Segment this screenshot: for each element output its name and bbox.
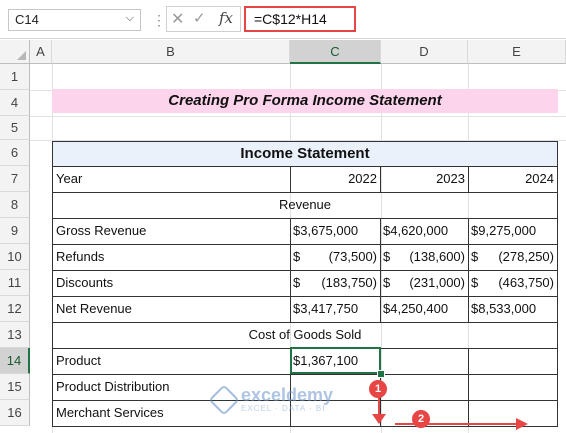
column-header-d[interactable]: D	[381, 40, 468, 64]
product-distribution-2023[interactable]	[380, 374, 469, 401]
product-distribution-2024[interactable]	[468, 374, 558, 401]
product-2023[interactable]	[380, 348, 469, 375]
name-box-value: C14	[15, 12, 39, 27]
row-header-13[interactable]: 13	[0, 322, 30, 348]
refunds-2024[interactable]: $ (278,250)	[468, 244, 558, 271]
select-all-corner[interactable]	[0, 40, 30, 64]
cogs-section-label[interactable]: Cost of Goods Sold	[52, 322, 558, 349]
formula-bar: C14 ⌵ ⋮ ✕ ✓ fx =C$12*H14	[0, 0, 566, 39]
gross-revenue-2022[interactable]: $3,675,000	[290, 218, 381, 245]
cell-value: 9,275,000	[478, 223, 537, 238]
discounts-2022[interactable]: $ (183,750)	[290, 270, 381, 297]
gross-revenue-label[interactable]: Gross Revenue	[52, 218, 291, 245]
net-revenue-2023[interactable]: $4,250,400	[380, 296, 469, 323]
cell-value: (73,500)	[328, 249, 377, 264]
name-box[interactable]: C14 ⌵	[8, 9, 141, 31]
currency-symbol: $	[383, 223, 391, 238]
net-revenue-2022[interactable]: $3,417,750	[290, 296, 381, 323]
more-options-icon: ⋮	[152, 12, 167, 28]
row-header-15[interactable]: 15	[0, 374, 30, 400]
year-label[interactable]: Year	[52, 166, 291, 193]
gridline	[30, 116, 566, 117]
row-header-10[interactable]: 10	[0, 244, 30, 270]
refunds-2023[interactable]: $ (138,600)	[380, 244, 469, 271]
watermark-name: exceldemy	[241, 385, 334, 405]
income-statement-header[interactable]: Income Statement	[52, 141, 558, 167]
column-header-c[interactable]: C	[290, 40, 381, 64]
year-2024[interactable]: 2024	[468, 166, 558, 193]
cell-value: 4,250,400	[390, 301, 449, 316]
currency-symbol: $	[383, 249, 391, 264]
arrow-down-icon	[372, 414, 386, 424]
refunds-2022[interactable]: $ (73,500)	[290, 244, 381, 271]
cancel-icon[interactable]: ✕	[171, 9, 184, 29]
currency-symbol: $	[293, 301, 301, 316]
step-1-badge: 1	[369, 380, 387, 398]
discounts-2024[interactable]: $ (463,750)	[468, 270, 558, 297]
row-header-14[interactable]: 14	[0, 348, 30, 374]
year-2023[interactable]: 2023	[380, 166, 469, 193]
product-label[interactable]: Product	[52, 348, 291, 375]
row-header-1[interactable]: 1	[0, 64, 30, 90]
row-header-12[interactable]: 12	[0, 296, 30, 322]
cell-value: 8,533,000	[478, 301, 537, 316]
currency-symbol: $	[471, 301, 479, 316]
row-header-8[interactable]: 8	[0, 192, 30, 218]
cell-value: 3,675,000	[300, 223, 359, 238]
column-header-e[interactable]: E	[468, 40, 566, 64]
watermark: exceldemy EXCEL · DATA · BI	[208, 383, 334, 416]
column-header-b[interactable]: B	[52, 40, 290, 64]
row-header-16[interactable]: 16	[0, 400, 30, 426]
discounts-2023[interactable]: $ (231,000)	[380, 270, 469, 297]
currency-symbol: $	[383, 275, 391, 290]
revenue-section-label[interactable]: Revenue	[52, 192, 558, 219]
active-cell-selection	[290, 347, 381, 374]
sheet-title[interactable]: Creating Pro Forma Income Statement	[52, 89, 558, 113]
row-header-11[interactable]: 11	[0, 270, 30, 296]
cell-value: (183,750)	[321, 275, 377, 290]
cell-value: 3,417,750	[300, 301, 359, 316]
currency-symbol: $	[471, 223, 479, 238]
cell-value: (278,250)	[498, 249, 554, 264]
chevron-down-icon[interactable]: ⌵	[126, 12, 134, 25]
net-revenue-label[interactable]: Net Revenue	[52, 296, 291, 323]
currency-symbol: $	[293, 223, 301, 238]
cell-value: (463,750)	[498, 275, 554, 290]
currency-symbol: $	[471, 249, 479, 264]
year-2022[interactable]: 2022	[290, 166, 381, 193]
watermark-tagline: EXCEL · DATA · BI	[241, 404, 326, 413]
currency-symbol: $	[293, 275, 301, 290]
column-header-a[interactable]: A	[30, 40, 52, 64]
arrow-right-icon	[516, 418, 528, 430]
row-header-7[interactable]: 7	[0, 166, 30, 192]
insert-function-icon[interactable]: fx	[219, 9, 233, 27]
currency-symbol: $	[383, 301, 391, 316]
product-2024[interactable]	[468, 348, 558, 375]
gross-revenue-2024[interactable]: $9,275,000	[468, 218, 558, 245]
fill-handle[interactable]	[377, 370, 385, 378]
row-header-5[interactable]: 5	[0, 116, 30, 140]
net-revenue-2024[interactable]: $8,533,000	[468, 296, 558, 323]
row-header-9[interactable]: 9	[0, 218, 30, 244]
step-2-badge: 2	[412, 410, 430, 428]
currency-symbol: $	[293, 249, 301, 264]
cell-value: 4,620,000	[390, 223, 449, 238]
formula-controls: ✕ ✓ fx	[166, 6, 241, 32]
exceldemy-logo-icon	[208, 383, 240, 416]
enter-icon[interactable]: ✓	[193, 9, 206, 27]
cell-value: (138,600)	[409, 249, 465, 264]
gross-revenue-2023[interactable]: $4,620,000	[380, 218, 469, 245]
cell-value: (231,000)	[409, 275, 465, 290]
currency-symbol: $	[471, 275, 479, 290]
refunds-label[interactable]: Refunds	[52, 244, 291, 271]
row-header-4[interactable]: 4	[0, 90, 30, 116]
discounts-label[interactable]: Discounts	[52, 270, 291, 297]
row-header-6[interactable]: 6	[0, 140, 30, 166]
formula-input[interactable]: =C$12*H14	[244, 6, 356, 32]
